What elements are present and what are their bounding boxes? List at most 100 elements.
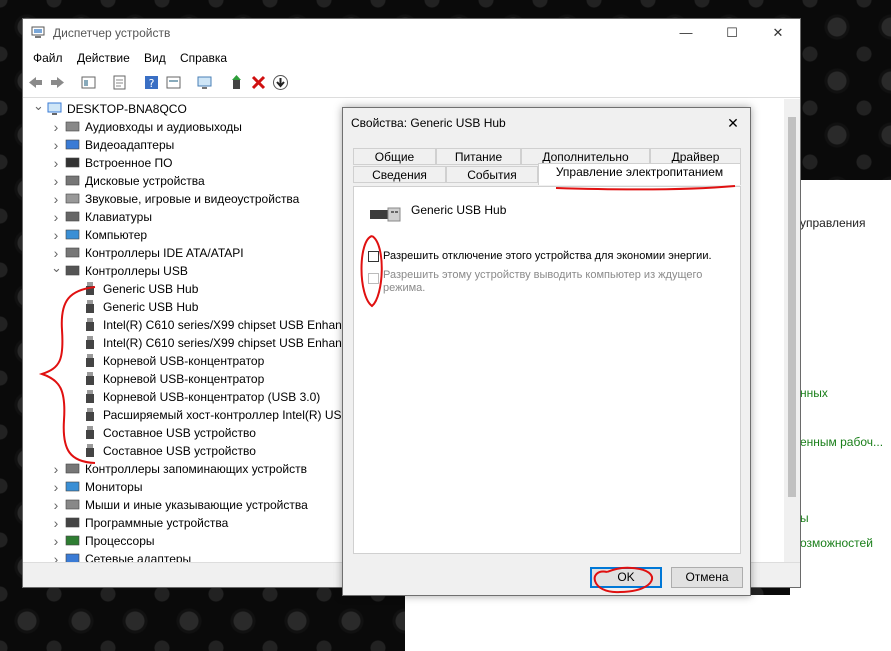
usb-plug-icon	[86, 372, 94, 385]
tree-item-label: Составное USB устройство	[103, 444, 256, 458]
device-category-icon	[65, 265, 80, 276]
background-window-panel: управления нных енным рабоч... ы озможно…	[790, 180, 891, 600]
menu-bar: Файл Действие Вид Справка	[23, 47, 800, 69]
tree-item-label: Intel(R) C610 series/X99 chipset USB Enh…	[103, 318, 362, 332]
tree-item-label: Generic USB Hub	[103, 300, 199, 314]
update-driver-icon[interactable]	[228, 74, 245, 91]
allow-wake-label-line1: Разрешить этому устройству выводить комп…	[383, 269, 703, 281]
tree-item-label: Корневой USB-концентратор (USB 3.0)	[103, 390, 321, 404]
dialog-title: Свойства: Generic USB Hub	[351, 116, 506, 130]
allow-power-off-checkbox[interactable]	[368, 251, 379, 262]
bg-link-2[interactable]: енным рабоч...	[800, 435, 883, 449]
menu-action[interactable]: Действие	[77, 51, 130, 65]
tab-general[interactable]: Общие	[353, 148, 436, 165]
chevron-right-icon[interactable]: ›	[51, 532, 61, 550]
menu-view[interactable]: Вид	[144, 51, 166, 65]
tree-item-label: Звуковые, игровые и видеоустройства	[85, 192, 300, 206]
tab-details[interactable]: Сведения	[353, 166, 446, 183]
chevron-right-icon[interactable]: ›	[51, 172, 61, 190]
tree-item-label: Мониторы	[85, 480, 143, 494]
toolbar: ?	[23, 69, 800, 98]
device-category-icon	[65, 139, 80, 150]
chevron-right-icon[interactable]: ›	[51, 226, 61, 244]
tree-item-label: Составное USB устройство	[103, 426, 256, 440]
properties-dialog: Свойства: Generic USB Hub ✕ Общие Питани…	[342, 107, 751, 596]
power-management-page: Generic USB Hub Разрешить отключение это…	[353, 186, 741, 554]
chevron-right-icon[interactable]: ›	[51, 208, 61, 226]
computer-icon	[47, 102, 62, 115]
tab-power-management[interactable]: Управление электропитанием	[538, 163, 741, 185]
bg-link-1[interactable]: нных	[800, 386, 828, 400]
download-icon[interactable]	[272, 74, 289, 91]
device-category-icon	[65, 193, 80, 204]
chevron-right-icon[interactable]: ›	[51, 478, 61, 496]
usb-plug-icon	[86, 282, 94, 295]
monitor-scan-icon[interactable]	[196, 74, 213, 91]
vertical-scrollbar[interactable]	[784, 99, 800, 564]
chevron-right-icon[interactable]: ›	[51, 190, 61, 208]
document-icon[interactable]	[111, 74, 128, 91]
uninstall-icon[interactable]	[250, 74, 267, 91]
usb-plug-icon	[86, 336, 94, 349]
allow-wake-checkbox	[368, 273, 379, 284]
device-category-icon	[65, 247, 80, 258]
chevron-right-icon[interactable]: ›	[51, 118, 61, 136]
device-name-label: Generic USB Hub	[411, 203, 507, 217]
chevron-right-icon[interactable]: ›	[51, 154, 61, 172]
dialog-close-button[interactable]: ✕	[716, 108, 750, 138]
chevron-right-icon[interactable]: ›	[51, 514, 61, 532]
ok-button[interactable]: OK	[590, 567, 662, 588]
device-category-icon	[65, 535, 80, 546]
chevron-right-icon[interactable]: ›	[51, 460, 61, 478]
window-title: Диспетчер устройств	[53, 26, 171, 40]
usb-plug-icon	[86, 408, 94, 421]
bg-text-1: управления	[800, 216, 866, 230]
usb-plug-icon	[86, 390, 94, 403]
chevron-down-icon[interactable]: ⌄	[51, 259, 62, 277]
minimize-button[interactable]: —	[663, 19, 709, 47]
bg-link-4[interactable]: озможностей	[800, 536, 873, 550]
help-icon[interactable]: ?	[143, 74, 160, 91]
title-bar[interactable]: Диспетчер устройств — ☐ ✕	[23, 19, 800, 47]
panel-view-icon[interactable]	[165, 74, 182, 91]
device-category-icon	[65, 211, 80, 222]
tree-item-label: Intel(R) C610 series/X99 chipset USB Enh…	[103, 336, 362, 350]
forward-arrow-icon[interactable]	[49, 74, 66, 91]
tree-item-label: Программные устройства	[85, 516, 229, 530]
tree-item-label: Дисковые устройства	[85, 174, 205, 188]
properties-view-icon[interactable]	[80, 74, 97, 91]
usb-plug-icon	[86, 354, 94, 367]
tree-item-label: Контроллеры IDE ATA/ATAPI	[85, 246, 244, 260]
chevron-down-icon[interactable]: ⌄	[33, 99, 44, 115]
usb-plug-icon	[86, 318, 94, 331]
tree-item-label: Корневой USB-концентратор	[103, 354, 265, 368]
device-category-icon	[65, 463, 80, 474]
menu-help[interactable]: Справка	[180, 51, 227, 65]
bg-link-3[interactable]: ы	[800, 511, 809, 525]
allow-wake-label-line2: режима.	[383, 282, 426, 294]
close-button[interactable]: ✕	[755, 19, 801, 47]
tree-item-label: Встроенное ПО	[85, 156, 173, 170]
device-category-icon	[65, 175, 80, 186]
scrollbar-thumb[interactable]	[788, 117, 796, 497]
cancel-button[interactable]: Отмена	[671, 567, 743, 588]
menu-file[interactable]: Файл	[33, 51, 63, 65]
device-category-icon	[65, 481, 80, 492]
tab-power[interactable]: Питание	[436, 148, 521, 165]
tree-item-label: Контроллеры запоминающих устройств	[85, 462, 307, 476]
device-category-icon	[65, 121, 80, 132]
tab-events[interactable]: События	[446, 166, 538, 183]
tree-item-label: Компьютер	[85, 228, 148, 242]
back-arrow-icon[interactable]	[27, 74, 44, 91]
device-category-icon	[65, 229, 80, 240]
usb-plug-icon	[86, 300, 94, 313]
chevron-right-icon[interactable]: ›	[51, 496, 61, 514]
maximize-button[interactable]: ☐	[709, 19, 755, 47]
device-manager-icon	[31, 26, 45, 38]
allow-power-off-label: Разрешить отключение этого устройства дл…	[383, 250, 712, 262]
device-category-icon	[65, 517, 80, 528]
background-window-bottom	[405, 595, 891, 651]
chevron-right-icon[interactable]: ›	[51, 136, 61, 154]
tree-item-label: Клавиатуры	[85, 210, 152, 224]
tree-item-label: Корневой USB-концентратор	[103, 372, 265, 386]
